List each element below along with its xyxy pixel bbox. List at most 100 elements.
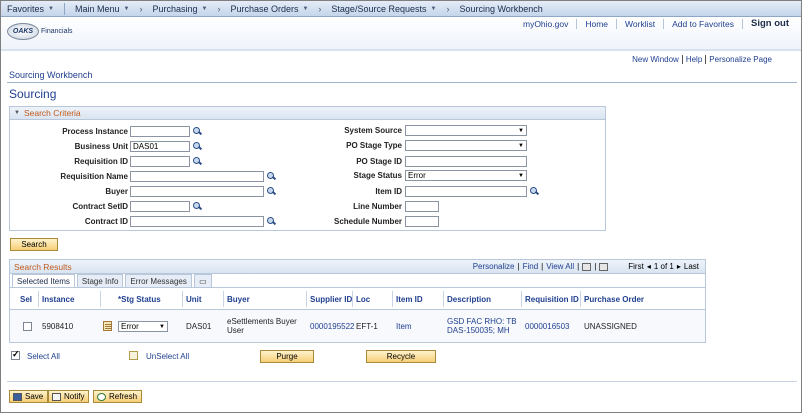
chevron-down-icon: ▼ (302, 5, 309, 12)
toolbar-divider (7, 381, 797, 382)
unselect-all-link[interactable]: UnSelect All (146, 352, 189, 361)
new-window-link[interactable]: New Window (629, 55, 683, 64)
main-menu[interactable]: Main Menu ▼ (69, 4, 135, 14)
business-unit-label: Business Unit (74, 142, 128, 151)
schedule-number-input[interactable] (405, 216, 439, 227)
page-links: New Window Help Personalize Page (629, 55, 775, 64)
home-link[interactable]: Home (577, 18, 618, 29)
last-label[interactable]: Last (684, 262, 699, 271)
contract-id-lookup-icon[interactable] (267, 217, 277, 226)
breadcrumb-purchasing[interactable]: Purchasing ▼ (146, 4, 213, 14)
requisition-id-link[interactable]: 0000016503 (525, 322, 570, 331)
col-loc: Loc (356, 295, 371, 304)
schedule-number-label: Schedule Number (333, 217, 402, 226)
unselect-all-icon[interactable] (129, 351, 138, 360)
notify-button[interactable]: Notify (48, 390, 90, 403)
breadcrumb-purchase-orders[interactable]: Purchase Orders ▼ (224, 4, 314, 14)
breadcrumb-separator: › (318, 3, 322, 14)
supplier-id-link[interactable]: 0000195522 (310, 322, 355, 331)
process-instance-input[interactable] (130, 126, 190, 137)
component-title: Sourcing Workbench (9, 70, 93, 80)
breadcrumb-label: Stage/Source Requests (331, 3, 427, 14)
help-link[interactable]: Help (683, 55, 707, 64)
line-number-label: Line Number (353, 202, 402, 211)
po-stage-id-input[interactable] (405, 156, 527, 167)
business-unit-lookup-icon[interactable] (193, 142, 203, 151)
breadcrumb-stage-source-requests[interactable]: Stage/Source Requests ▼ (325, 4, 442, 14)
download-grid-icon[interactable] (599, 262, 609, 271)
line-number-input[interactable] (405, 201, 439, 212)
tab-error-messages[interactable]: Error Messages (125, 274, 192, 287)
select-all-icon[interactable] (11, 349, 20, 360)
first-arrow-icon[interactable]: ◂ (647, 262, 651, 271)
buyer-input[interactable] (130, 186, 264, 197)
po-stage-id-label: PO Stage ID (356, 157, 402, 166)
system-source-label: System Source (344, 126, 402, 135)
col-unit: Unit (186, 295, 202, 304)
tab-stage-info[interactable]: Stage Info (76, 274, 124, 287)
system-source-select[interactable]: ▼ (405, 125, 527, 136)
row-select-checkbox[interactable] (23, 322, 32, 331)
process-instance-lookup-icon[interactable] (193, 127, 203, 136)
contract-setid-lookup-icon[interactable] (193, 202, 203, 211)
refresh-label: Refresh (109, 392, 138, 401)
favorites-menu[interactable]: Favorites ▼ (1, 4, 60, 14)
requisition-name-input[interactable] (130, 171, 264, 182)
sign-out-link[interactable]: Sign out (743, 18, 797, 29)
buyer-lookup-icon[interactable] (267, 187, 277, 196)
purge-button[interactable]: Purge (260, 350, 314, 363)
search-button[interactable]: Search (10, 238, 58, 251)
grid-header-row: Sel Instance *Stg Status Unit Buyer Supp… (10, 288, 705, 310)
breadcrumb-label: Purchase Orders (230, 3, 299, 14)
col-instance: Instance (42, 295, 75, 304)
logo-mark: OAKS (7, 23, 39, 40)
myohio-link[interactable]: myOhio.gov (515, 18, 578, 29)
loc-cell: EFT-1 (356, 322, 378, 331)
contract-id-input[interactable] (130, 216, 264, 227)
description-link[interactable]: GSD FAC RHO: TB DAS-150035; MH (447, 317, 519, 335)
contract-id-label: Contract ID (84, 217, 128, 226)
search-criteria-panel: ▼ Search Criteria Process Instance Busin… (9, 106, 606, 231)
refresh-button[interactable]: Refresh (93, 390, 143, 403)
stage-status-select[interactable]: Error ▼ (405, 170, 527, 181)
requisition-id-lookup-icon[interactable] (193, 157, 203, 166)
row-range: 1 of 1 (653, 262, 674, 271)
dropdown-arrow-icon: ▼ (518, 173, 524, 179)
find-link[interactable]: Find (523, 262, 539, 271)
breadcrumb-separator: › (446, 3, 450, 14)
contract-setid-label: Contract SetID (72, 202, 128, 211)
purchase-order-cell: UNASSIGNED (584, 322, 637, 331)
first-label[interactable]: First (628, 262, 644, 271)
stg-status-value: Error (121, 322, 139, 331)
collapse-icon[interactable]: ▼ (14, 110, 20, 116)
item-id-lookup-icon[interactable] (530, 187, 540, 196)
chevron-down-icon: ▼ (123, 5, 130, 12)
item-id-link[interactable]: Item (396, 322, 412, 331)
personalize-page-link[interactable]: Personalize Page (706, 55, 775, 64)
po-stage-type-select[interactable]: ▼ (405, 140, 527, 151)
process-instance-label: Process Instance (62, 127, 128, 136)
notepad-icon[interactable] (103, 321, 112, 331)
breadcrumb-sourcing-workbench: Sourcing Workbench (453, 4, 548, 14)
results-tabs: Selected Items Stage Info Error Messages… (10, 274, 705, 288)
stg-status-select[interactable]: Error ▼ (118, 321, 168, 332)
worklist-link[interactable]: Worklist (617, 18, 665, 29)
breadcrumb-label: Purchasing (152, 3, 198, 14)
search-criteria-header[interactable]: ▼ Search Criteria (10, 107, 605, 120)
requisition-id-input[interactable] (130, 156, 190, 167)
top-nav-bar: Favorites ▼ Main Menu ▼ › Purchasing ▼ ›… (1, 1, 801, 17)
personalize-grid-link[interactable]: Personalize (473, 262, 515, 271)
view-all-link[interactable]: View All (546, 262, 574, 271)
business-unit-input[interactable]: DAS01 (130, 141, 190, 152)
contract-setid-input[interactable] (130, 201, 190, 212)
tab-selected-items[interactable]: Selected Items (12, 274, 75, 287)
zoom-grid-icon[interactable] (582, 262, 592, 271)
requisition-name-lookup-icon[interactable] (267, 172, 277, 181)
recycle-button[interactable]: Recycle (366, 350, 436, 363)
select-all-link[interactable]: Select All (27, 352, 60, 361)
last-arrow-icon[interactable]: ▸ (677, 262, 681, 271)
show-all-columns-icon[interactable]: ▭ (193, 274, 212, 287)
item-id-input[interactable] (405, 186, 527, 197)
save-button[interactable]: Save (9, 390, 49, 403)
add-to-favorites-link[interactable]: Add to Favorites (664, 18, 743, 29)
